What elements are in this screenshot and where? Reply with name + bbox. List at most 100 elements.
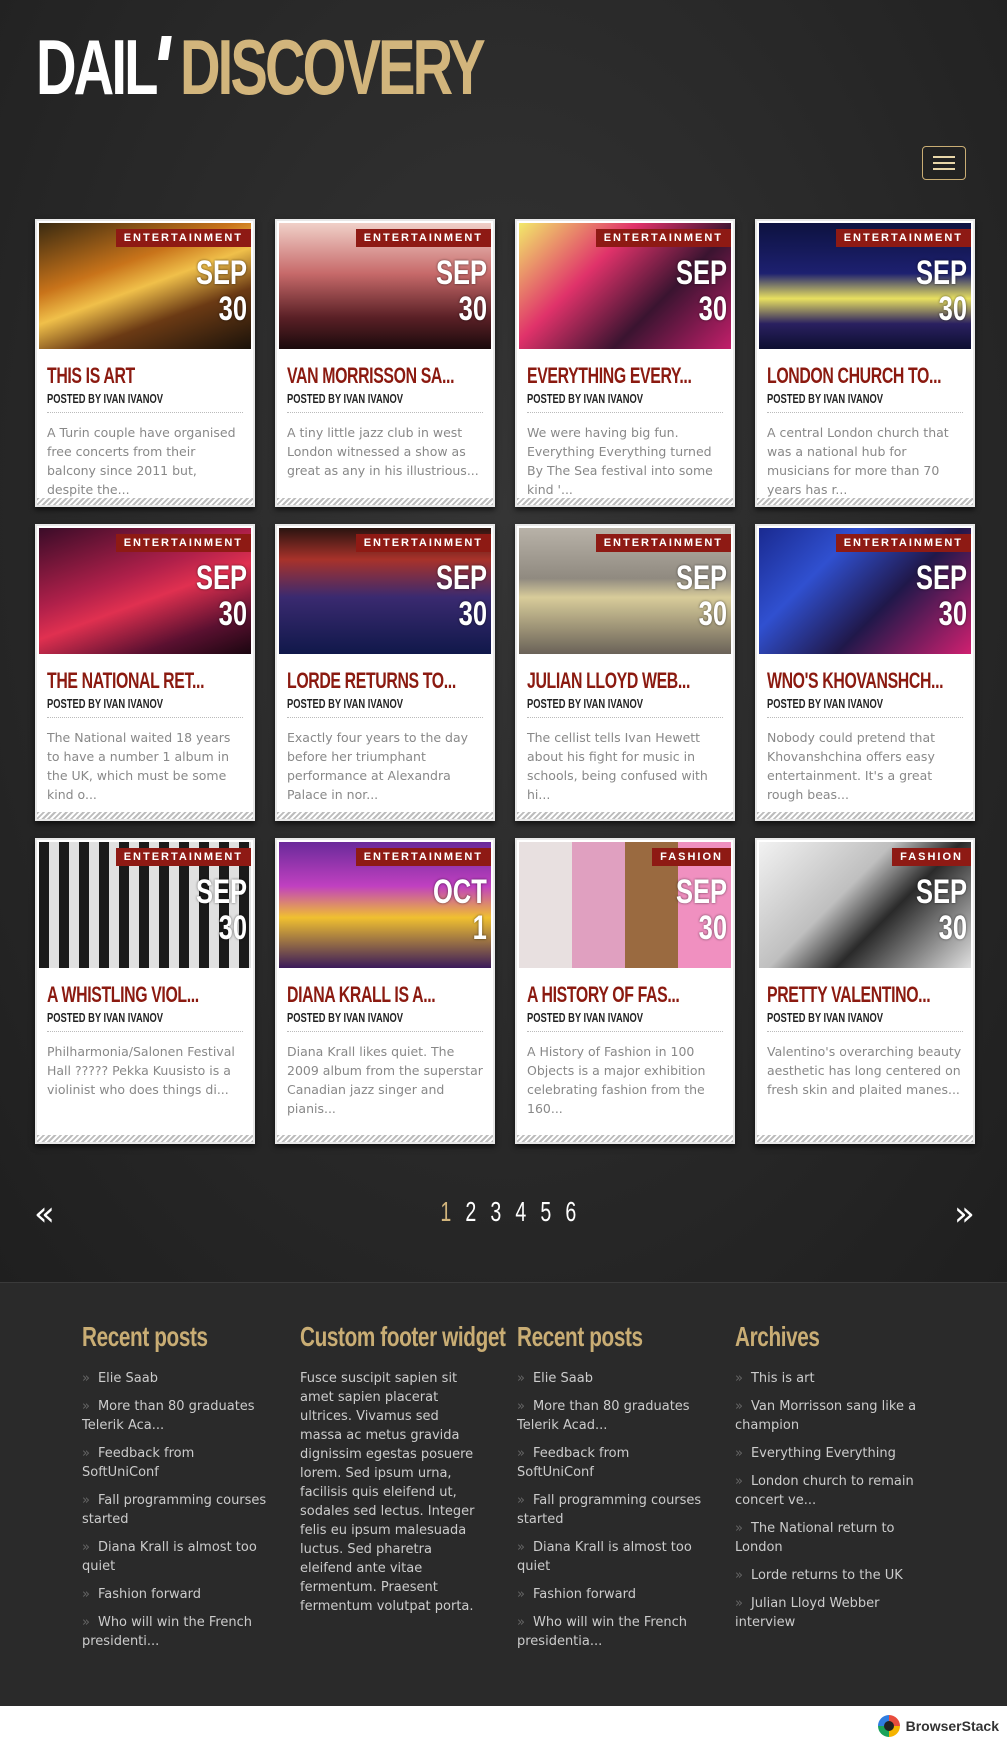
article-card[interactable]: ENTERTAINMENT SEP 30 VAN MORRISSON SA...…: [275, 219, 495, 507]
article-title[interactable]: EVERYTHING EVERY...: [527, 363, 692, 389]
category-badge[interactable]: ENTERTAINMENT: [115, 229, 251, 247]
footer-link[interactable]: Elie Saab: [517, 1369, 702, 1388]
article-byline: POSTED BY IVAN IVANOV: [287, 1010, 483, 1032]
page-number-link[interactable]: 2: [465, 1196, 476, 1228]
footer-link[interactable]: Fall programming courses started: [82, 1491, 267, 1529]
footer-link[interactable]: London church to remain concert ve...: [735, 1472, 920, 1510]
article-byline: POSTED BY IVAN IVANOV: [47, 1010, 243, 1032]
article-byline: POSTED BY IVAN IVANOV: [767, 391, 963, 413]
article-card[interactable]: FASHION SEP 30 PRETTY VALENTINO... POSTE…: [755, 838, 975, 1144]
date-month: SEP: [675, 254, 727, 292]
page-number-link[interactable]: 3: [490, 1196, 501, 1228]
article-thumbnail[interactable]: ENTERTAINMENT SEP 30: [519, 528, 731, 654]
category-badge[interactable]: ENTERTAINMENT: [595, 229, 731, 247]
footer-link[interactable]: Fashion forward: [82, 1585, 267, 1604]
article-thumbnail[interactable]: ENTERTAINMENT SEP 30: [759, 223, 971, 349]
category-badge[interactable]: ENTERTAINMENT: [595, 534, 731, 552]
category-badge[interactable]: ENTERTAINMENT: [835, 229, 971, 247]
category-badge[interactable]: ENTERTAINMENT: [115, 534, 251, 552]
article-title[interactable]: THE NATIONAL RET...: [47, 668, 204, 694]
article-thumbnail[interactable]: FASHION SEP 30: [759, 842, 971, 968]
date-badge: SEP 30: [899, 255, 967, 327]
category-badge[interactable]: ENTERTAINMENT: [355, 229, 491, 247]
article-title[interactable]: VAN MORRISSON SA...: [287, 363, 454, 389]
article-card[interactable]: ENTERTAINMENT SEP 30 LORDE RETURNS TO...…: [275, 524, 495, 821]
article-card[interactable]: ENTERTAINMENT SEP 30 LONDON CHURCH TO...…: [755, 219, 975, 507]
date-month: SEP: [435, 254, 487, 292]
article-title[interactable]: LORDE RETURNS TO...: [287, 668, 456, 694]
category-badge[interactable]: ENTERTAINMENT: [835, 534, 971, 552]
article-title[interactable]: JULIAN LLOYD WEB...: [527, 668, 690, 694]
article-card[interactable]: ENTERTAINMENT SEP 30 JULIAN LLOYD WEB...…: [515, 524, 735, 821]
footer-link[interactable]: Lorde returns to the UK: [735, 1566, 920, 1585]
page-number-link[interactable]: 4: [515, 1196, 526, 1228]
article-title[interactable]: LONDON CHURCH TO...: [767, 363, 942, 389]
browserstack-badge[interactable]: BrowserStack: [877, 1715, 999, 1737]
date-month: SEP: [195, 254, 247, 292]
date-badge: SEP 30: [179, 874, 247, 946]
card-stripe-decoration: [37, 1135, 253, 1142]
article-title[interactable]: WNO'S KHOVANSHCH...: [767, 668, 944, 694]
article-card[interactable]: ENTERTAINMENT OCT 1 DIANA KRALL IS A... …: [275, 838, 495, 1144]
date-badge: SEP 30: [659, 255, 727, 327]
article-card[interactable]: FASHION SEP 30 A HISTORY OF FAS... POSTE…: [515, 838, 735, 1144]
footer-link[interactable]: Feedback from SoftUniConf: [517, 1444, 702, 1482]
footer-link[interactable]: Feedback from SoftUniConf: [82, 1444, 267, 1482]
article-title[interactable]: DIANA KRALL IS A...: [287, 982, 436, 1008]
page-number-link[interactable]: 1: [440, 1196, 451, 1228]
footer-link-list: Elie Saab More than 80 graduates Telerik …: [82, 1369, 267, 1651]
card-stripe-decoration: [277, 498, 493, 505]
footer-link[interactable]: Fall programming courses started: [517, 1491, 702, 1529]
article-card[interactable]: ENTERTAINMENT SEP 30 EVERYTHING EVERY...…: [515, 219, 735, 507]
footer-link[interactable]: More than 80 graduates Telerik Aca...: [82, 1397, 267, 1435]
footer-link[interactable]: Van Morrisson sang like a champion: [735, 1397, 920, 1435]
footer-link[interactable]: Diana Krall is almost too quiet: [82, 1538, 267, 1576]
date-month: SEP: [915, 254, 967, 292]
footer-link[interactable]: Everything Everything: [735, 1444, 920, 1463]
footer-widget-title: Recent posts: [82, 1321, 208, 1352]
article-title[interactable]: PRETTY VALENTINO...: [767, 982, 931, 1008]
article-thumbnail[interactable]: ENTERTAINMENT SEP 30: [39, 528, 251, 654]
article-card[interactable]: ENTERTAINMENT SEP 30 THIS IS ART POSTED …: [35, 219, 255, 507]
footer-link[interactable]: Julian Lloyd Webber interview: [735, 1594, 920, 1632]
footer-link[interactable]: Diana Krall is almost too quiet: [517, 1538, 702, 1576]
footer-link[interactable]: The National return to London: [735, 1519, 920, 1557]
date-month: SEP: [195, 559, 247, 597]
article-thumbnail[interactable]: ENTERTAINMENT SEP 30: [279, 223, 491, 349]
page-number-link[interactable]: 6: [565, 1196, 576, 1228]
article-thumbnail[interactable]: ENTERTAINMENT SEP 30: [519, 223, 731, 349]
footer-link[interactable]: This is art: [735, 1369, 920, 1388]
article-card[interactable]: ENTERTAINMENT SEP 30 WNO'S KHOVANSHCH...…: [755, 524, 975, 821]
category-badge[interactable]: ENTERTAINMENT: [115, 848, 251, 866]
article-card[interactable]: ENTERTAINMENT SEP 30 A WHISTLING VIOL...…: [35, 838, 255, 1144]
article-thumbnail[interactable]: ENTERTAINMENT SEP 30: [39, 223, 251, 349]
date-day: 30: [458, 595, 487, 633]
footer-link[interactable]: Elie Saab: [82, 1369, 267, 1388]
footer-link[interactable]: Who will win the French presidenti...: [82, 1613, 267, 1651]
category-badge[interactable]: ENTERTAINMENT: [355, 848, 491, 866]
byline-text: POSTED BY IVAN IVANOV: [767, 1010, 883, 1025]
article-thumbnail[interactable]: ENTERTAINMENT SEP 30: [279, 528, 491, 654]
next-page-button[interactable]: »: [954, 1194, 975, 1234]
category-badge[interactable]: ENTERTAINMENT: [355, 534, 491, 552]
page-number-link[interactable]: 5: [540, 1196, 551, 1228]
article-title[interactable]: THIS IS ART: [47, 363, 188, 389]
byline-text: POSTED BY IVAN IVANOV: [527, 391, 643, 406]
article-thumbnail[interactable]: ENTERTAINMENT OCT 1: [279, 842, 491, 968]
article-title[interactable]: A HISTORY OF FAS...: [527, 982, 680, 1008]
article-thumbnail[interactable]: ENTERTAINMENT SEP 30: [759, 528, 971, 654]
date-badge: SEP 30: [419, 255, 487, 327]
footer-link[interactable]: Who will win the French presidentia...: [517, 1613, 702, 1651]
category-badge[interactable]: FASHION: [652, 848, 731, 866]
article-thumbnail[interactable]: ENTERTAINMENT SEP 30: [39, 842, 251, 968]
date-month: SEP: [435, 559, 487, 597]
category-badge[interactable]: FASHION: [892, 848, 971, 866]
footer-link[interactable]: Fashion forward: [517, 1585, 702, 1604]
hamburger-menu-button[interactable]: [922, 146, 966, 180]
site-logo[interactable]: DAIL DISCOVERY: [36, 28, 486, 106]
prev-page-button[interactable]: «: [34, 1194, 55, 1234]
footer-link[interactable]: More than 80 graduates Telerik Acad...: [517, 1397, 702, 1435]
article-title[interactable]: A WHISTLING VIOL...: [47, 982, 199, 1008]
article-thumbnail[interactable]: FASHION SEP 30: [519, 842, 731, 968]
article-card[interactable]: ENTERTAINMENT SEP 30 THE NATIONAL RET...…: [35, 524, 255, 821]
